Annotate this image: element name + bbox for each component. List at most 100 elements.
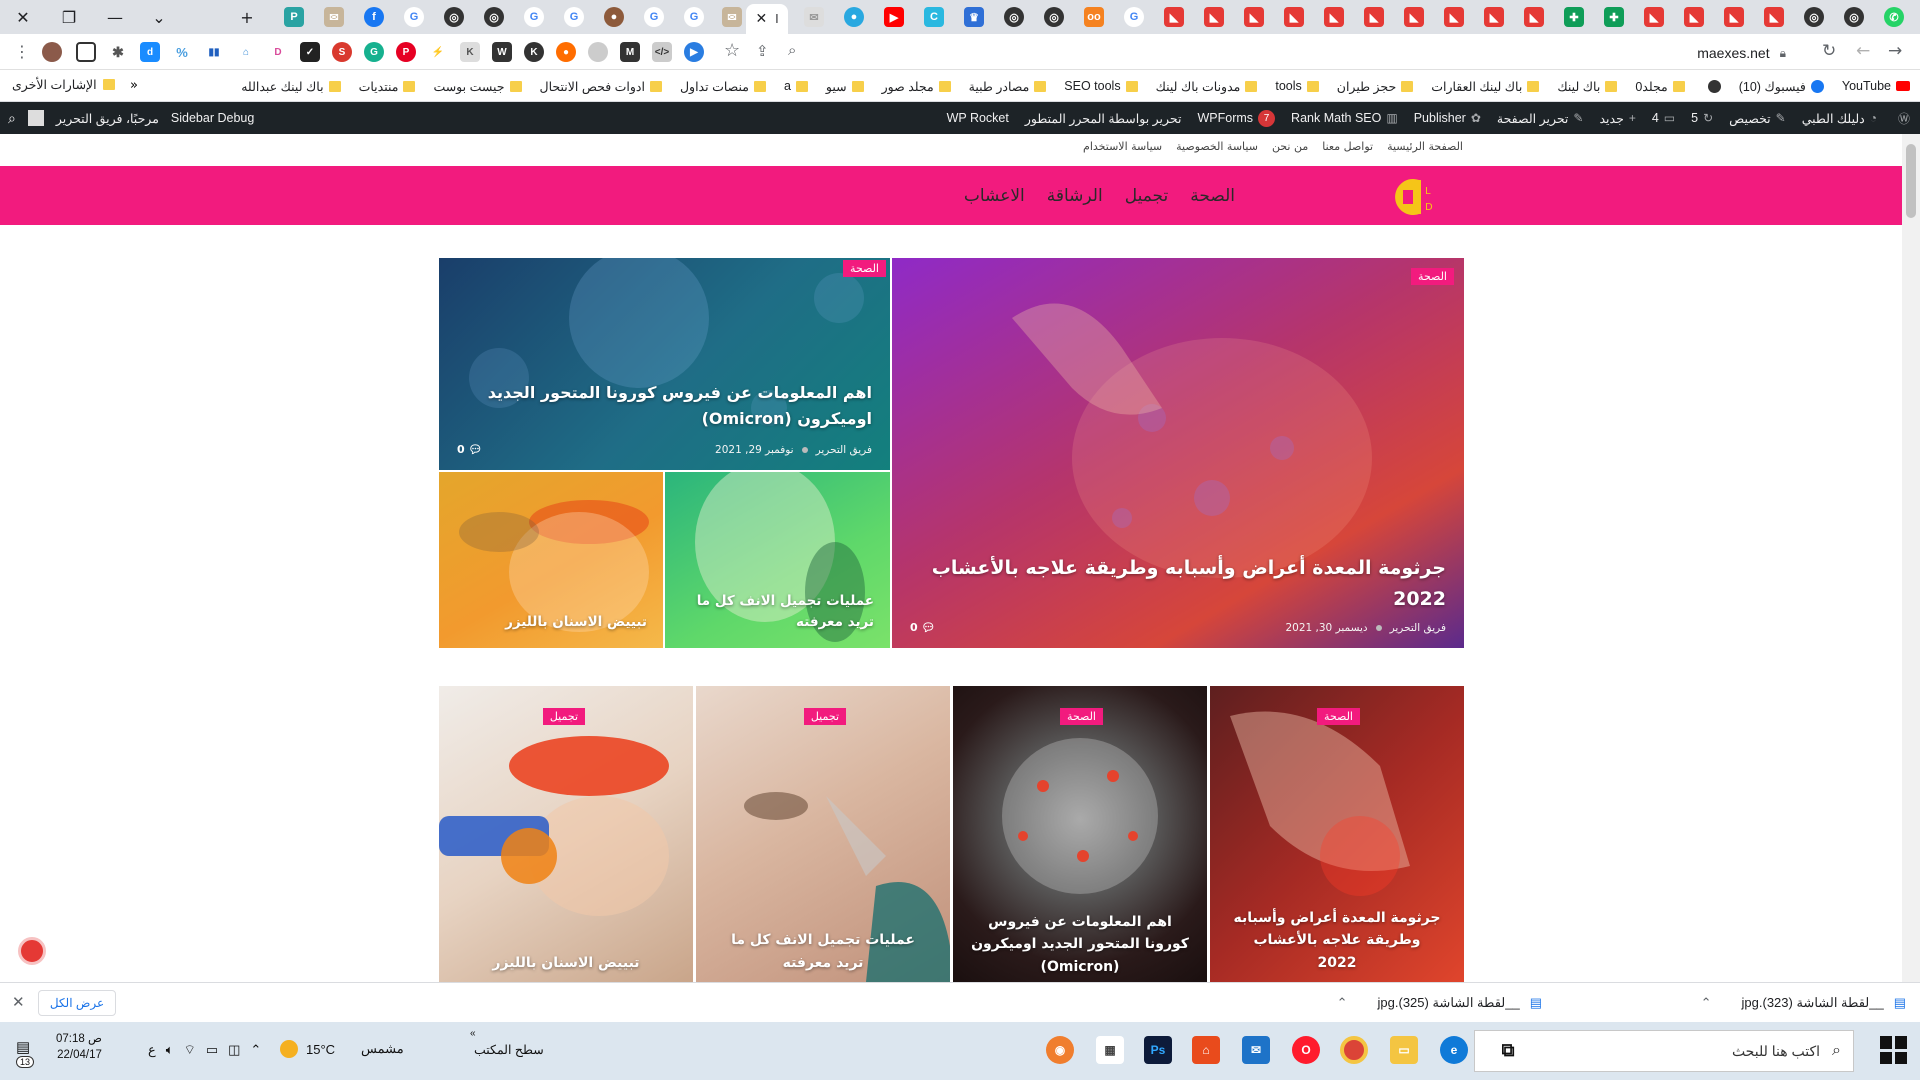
category-badge[interactable]: الصحة xyxy=(1317,708,1360,725)
bookmark-item[interactable]: مدونات باك لينك xyxy=(1156,79,1258,94)
chevron-up-icon[interactable]: ⌃ xyxy=(1701,995,1712,1011)
show-all-downloads-button[interactable]: عرض الكل xyxy=(38,990,116,1016)
bookmark-item[interactable]: حجز طيران xyxy=(1337,79,1414,94)
article-author[interactable]: فريق التحرير xyxy=(1390,622,1446,634)
mail-icon[interactable]: ✉ xyxy=(1242,1036,1270,1064)
tab-icon[interactable]: ● xyxy=(604,7,624,27)
article-title[interactable]: جرثومة المعدة أعراض وأسبابه وطريقة علاجه… xyxy=(1232,907,1442,974)
extension-icon[interactable]: ⌂ xyxy=(236,42,256,62)
wp-bar-item[interactable]: ✎ تخصيص xyxy=(1729,111,1786,126)
app-icon[interactable]: ◉ xyxy=(1046,1036,1074,1064)
article-title[interactable]: تبييض الاسنان بالليزر xyxy=(452,612,647,634)
category-badge[interactable]: الصحة xyxy=(1411,268,1454,285)
bookmark-item[interactable]: جيست بوست xyxy=(433,79,522,94)
file-explorer-icon[interactable]: ▭ xyxy=(1390,1036,1418,1064)
desktop-chevron-icon[interactable]: « xyxy=(470,1028,476,1039)
bookmark-item[interactable]: a xyxy=(784,79,808,93)
bookmark-item[interactable]: باك لينك xyxy=(1557,79,1618,94)
pinterest-icon[interactable]: P xyxy=(396,42,416,62)
language-indicator[interactable]: ع xyxy=(148,1042,156,1058)
category-badge[interactable]: الصحة xyxy=(843,260,886,277)
featured-article-omicron[interactable]: الصحة اهم المعلومات عن فيروس كورونا المت… xyxy=(439,258,890,470)
bookmark-item[interactable]: باك لينك العقارات xyxy=(1431,79,1540,94)
extension-icon[interactable]: ▶ xyxy=(684,42,704,62)
tab-search-chevron-icon[interactable]: ⌄ xyxy=(136,0,182,34)
tab-icon[interactable]: ◣ xyxy=(1484,7,1504,27)
article-title[interactable]: اهم المعلومات عن فيروس كورونا المتحور ال… xyxy=(472,380,872,431)
extension-icon[interactable]: ▮▮ xyxy=(204,42,224,62)
tab-icon[interactable]: ✉ xyxy=(722,7,742,27)
extension-icon[interactable] xyxy=(588,42,608,62)
close-window-icon[interactable]: ✕ xyxy=(0,0,46,34)
article-title[interactable]: تبييض الاسنان بالليزر xyxy=(461,952,671,974)
tab-icon[interactable]: ◣ xyxy=(1524,7,1544,27)
close-tab-icon[interactable]: ✕ xyxy=(755,11,767,27)
volume-icon[interactable]: 🔈︎ xyxy=(166,1042,174,1058)
tray-chevron-icon[interactable]: ⌃ xyxy=(250,1042,261,1058)
article-author[interactable]: فريق التحرير xyxy=(816,444,872,456)
google-icon[interactable]: G xyxy=(564,7,584,27)
bookmark-item[interactable]: مجلد صور xyxy=(882,79,951,94)
grid-article-stomach[interactable]: الصحة جرثومة المعدة أعراض وأسبابه وطريقة… xyxy=(1210,686,1464,982)
facebook-icon[interactable]: f xyxy=(364,7,384,27)
photoshop-icon[interactable]: Ps xyxy=(1144,1036,1172,1064)
tab-icon[interactable]: ◣ xyxy=(1644,7,1664,27)
tab-icon[interactable]: ◣ xyxy=(1404,7,1424,27)
address-bar[interactable]: maexes.net 🔒︎ xyxy=(716,40,1796,66)
tab-icon[interactable]: ✉ xyxy=(804,7,824,27)
extension-icon[interactable]: W xyxy=(492,42,512,62)
wp-bar-item[interactable]: ↻ 5 xyxy=(1691,111,1713,125)
top-link[interactable]: من نحن xyxy=(1272,140,1308,153)
category-badge[interactable]: الصحة xyxy=(1060,708,1103,725)
google-icon[interactable]: G xyxy=(1124,7,1144,27)
wp-bar-item[interactable]: ▭ 4 xyxy=(1652,111,1675,125)
nav-item[interactable]: الصحة xyxy=(1190,186,1235,206)
tab-icon[interactable]: ♛ xyxy=(964,7,984,27)
chevron-up-icon[interactable]: ⌃ xyxy=(1337,995,1348,1011)
extension-icon[interactable]: ✓ xyxy=(300,42,320,62)
tab-icon[interactable]: ◣ xyxy=(1364,7,1384,27)
tab-icon[interactable]: ◎ xyxy=(444,7,464,27)
nav-item[interactable]: تجميل xyxy=(1125,186,1169,206)
extension-icon[interactable]: M xyxy=(620,42,640,62)
top-link[interactable]: الصفحة الرئيسية xyxy=(1387,140,1463,153)
forward-icon[interactable]: ← xyxy=(1856,41,1870,61)
top-link[interactable]: سياسة الخصوصية xyxy=(1176,140,1258,153)
tab-icon[interactable]: ◣ xyxy=(1324,7,1344,27)
site-logo[interactable]: L D xyxy=(1389,176,1447,218)
tab-icon[interactable]: ◣ xyxy=(1684,7,1704,27)
bookmark-item[interactable]: منصات تداول xyxy=(680,79,766,94)
side-panel-icon[interactable] xyxy=(76,42,96,62)
top-link[interactable]: تواصل معنا xyxy=(1322,140,1373,153)
google-icon[interactable]: G xyxy=(644,7,664,27)
clock[interactable]: 07:18 ص 22/04/17 xyxy=(56,1031,102,1063)
sheets-icon[interactable]: ✚ xyxy=(1604,7,1624,27)
wp-bar-item[interactable]: تحرير بواسطة المحرر المتطور xyxy=(1025,111,1182,126)
extension-icon[interactable]: d xyxy=(140,42,160,62)
wp-bar-item[interactable]: ◔ دليلك الطبي xyxy=(1802,111,1877,126)
tab-icon[interactable]: ◎ xyxy=(1804,7,1824,27)
edge-icon[interactable]: e xyxy=(1440,1036,1468,1064)
active-tab[interactable]: ✕ ا xyxy=(746,4,788,34)
category-badge[interactable]: تجميل xyxy=(542,708,585,725)
battery-icon[interactable]: ▭ xyxy=(206,1042,218,1058)
top-link[interactable]: سياسة الاستخدام xyxy=(1083,140,1162,153)
bookmark-item[interactable]: ادوات فحص الانتحال xyxy=(540,79,662,94)
wp-bar-item[interactable]: ▥ Rank Math SEO xyxy=(1291,111,1398,125)
profile-avatar[interactable] xyxy=(42,42,62,62)
bookmark-item[interactable]: SEO tools xyxy=(1064,79,1138,93)
office-icon[interactable]: ⌂ xyxy=(1192,1036,1220,1064)
grid-article-nose[interactable]: تجميل عمليات تجميل الانف كل ما تريد معرف… xyxy=(696,686,950,982)
taskbar-search[interactable]: ⌕ اكتب هنا للبحث xyxy=(1474,1030,1854,1072)
scrollbar-thumb[interactable] xyxy=(1906,144,1916,218)
meet-icon[interactable]: ◫ xyxy=(228,1042,240,1058)
windows-start-icon[interactable] xyxy=(1880,1036,1908,1064)
extension-icon[interactable]: K xyxy=(460,42,480,62)
tab-icon[interactable]: ◎ xyxy=(1044,7,1064,27)
tab-icon[interactable]: ◎ xyxy=(1004,7,1024,27)
download-item[interactable]: ▤ jpg.لقطة الشاشة (323)__ ⌃ xyxy=(1701,983,1906,1023)
article-title[interactable]: جرثومة المعدة أعراض وأسبابه وطريقة علاجه… xyxy=(926,553,1446,614)
reload-icon[interactable]: ↻ xyxy=(1822,41,1836,61)
sidebar-debug[interactable]: Sidebar Debug xyxy=(171,111,254,125)
user-avatar[interactable] xyxy=(27,110,44,126)
